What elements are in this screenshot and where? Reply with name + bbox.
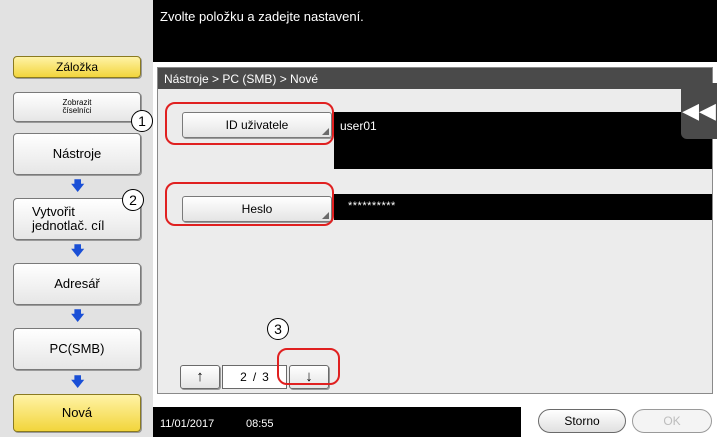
collapse-panel-button[interactable]: ◀◀	[681, 83, 717, 139]
breadcrumb-bar: Nástroje > PC (SMB) > Nové	[158, 68, 712, 89]
step-callout-2: 2	[122, 189, 144, 211]
page-up-button[interactable]: ↑	[180, 365, 220, 389]
step-label-line2: jednotlač. cíl	[32, 218, 105, 233]
step-callout-3: 3	[267, 318, 289, 340]
sidebar-step-nova[interactable]: Nová	[13, 394, 141, 432]
sidebar-step-pcsmb[interactable]: PC(SMB)	[13, 328, 141, 370]
step-label: Nová	[61, 405, 93, 420]
step-label-line1: Vytvořit	[32, 204, 75, 219]
arrow-down-icon: 🡇	[71, 308, 85, 323]
sidebar-step-vytvorit[interactable]: Vytvořit jednotlač. cíl	[13, 198, 141, 240]
ok-button[interactable]: OK	[632, 409, 712, 433]
step-callout-1: 1	[131, 110, 153, 132]
sidebar-step-nastroje[interactable]: Nástroje	[13, 133, 141, 175]
highlight-password	[165, 182, 334, 226]
breadcrumb: Nástroje > PC (SMB) > Nové	[164, 72, 319, 86]
step-label: PC(SMB)	[49, 341, 105, 356]
sidebar-step-adresar[interactable]: Adresář	[13, 263, 141, 305]
status-strip: 11/01/2017 08:55	[153, 407, 521, 437]
cancel-button[interactable]: Storno	[538, 409, 626, 433]
keypad-label-line2: číselníci	[62, 106, 92, 115]
user-id-value: user01	[334, 112, 712, 169]
sidebar: Záložka Zobrazit číselníci Nástroje 🡇 Vy…	[0, 0, 153, 437]
status-time: 08:55	[246, 418, 274, 430]
screen: Záložka Zobrazit číselníci Nástroje 🡇 Vy…	[0, 0, 717, 437]
arrow-down-icon: 🡇	[71, 243, 85, 258]
bookmark-button[interactable]: Záložka	[13, 56, 141, 78]
message-bar: Zvolte položku a zadejte nastavení.	[153, 0, 717, 62]
bookmark-label: Záložka	[55, 60, 99, 74]
arrow-down-icon: 🡇	[71, 374, 85, 389]
step-label: Adresář	[54, 276, 100, 291]
status-date: 11/01/2017	[160, 418, 215, 430]
highlight-page-down	[277, 348, 340, 385]
page-separator: /	[252, 370, 257, 384]
step-label: Nástroje	[52, 146, 102, 161]
arrow-up-icon: ↑	[196, 368, 204, 385]
highlight-user-id	[165, 102, 334, 145]
total-pages: 3	[262, 370, 269, 384]
show-keypad-button[interactable]: Zobrazit číselníci	[13, 92, 141, 122]
password-value: **********	[334, 194, 712, 220]
bottom-bar: 11/01/2017 08:55 Storno OK	[153, 403, 717, 437]
double-chevron-left-icon: ◀◀	[682, 98, 716, 123]
arrow-down-icon: 🡇	[71, 178, 85, 193]
instruction-message: Zvolte položku a zadejte nastavení.	[160, 9, 364, 24]
current-page: 2	[240, 370, 247, 384]
